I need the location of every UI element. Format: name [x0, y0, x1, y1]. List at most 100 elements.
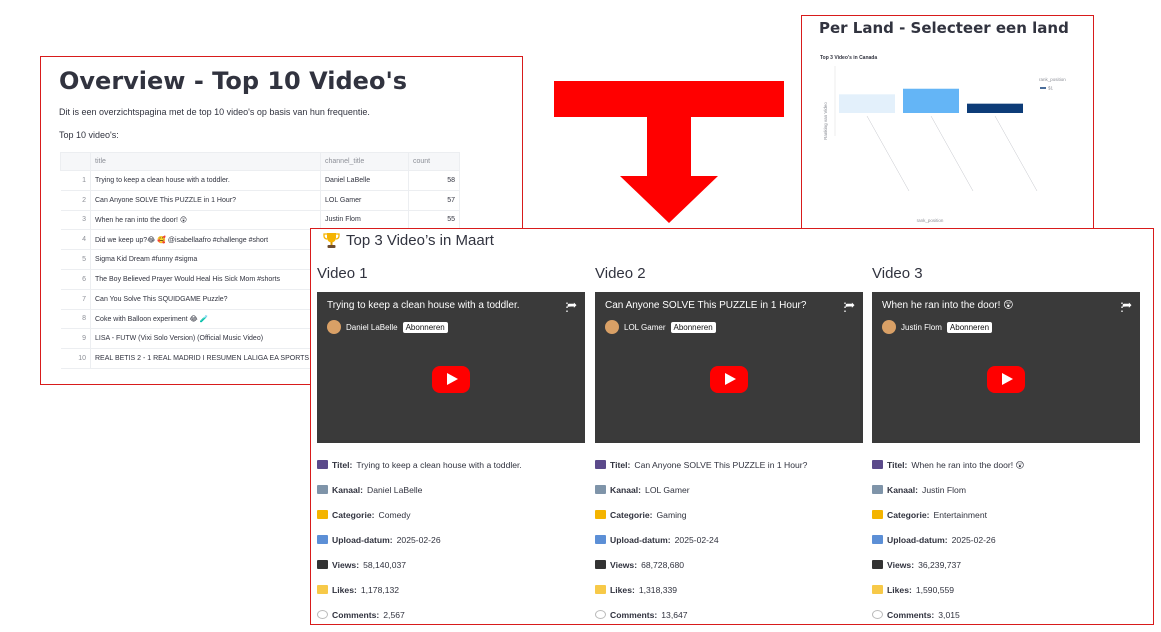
row-index: 7 [60, 289, 91, 310]
clapper-icon [872, 460, 883, 469]
embed-channel[interactable]: Daniel LaBelle Abonneren [327, 320, 448, 334]
meta-label: Titel: [332, 460, 353, 470]
meta-channel-value: Daniel LaBelle [367, 485, 423, 495]
canada-bar-chart: Top 3 Video's in Canada Ranking van Video… [820, 55, 1093, 233]
row-title: The Boy Believed Prayer Would Heal His S… [90, 269, 321, 290]
meta-title-value: Trying to keep a clean house with a todd… [356, 460, 522, 470]
meta-upload-row: Upload-datum: 2025-02-26 [872, 535, 1140, 560]
table-row[interactable]: 1 Trying to keep a clean house with a tod… [60, 170, 460, 191]
per-land-title: Per Land - Selecteer een land [819, 19, 1069, 37]
youtube-embed[interactable]: Trying to keep a clean house with a todd… [317, 292, 585, 443]
embed-title[interactable]: When he ran into the door! 😲 [882, 300, 1014, 311]
calendar-icon [872, 535, 883, 544]
meta-title-row: Titel: Trying to keep a clean house with … [317, 460, 585, 485]
folder-icon [595, 510, 606, 519]
chart-x-label: rank_position [917, 218, 944, 223]
meta-label: Views: [610, 560, 638, 570]
meta-label: Kanaal: [610, 485, 642, 495]
meta-category-row: Categorie: Gaming [595, 510, 863, 535]
meta-likes-row: Likes: 1,178,132 [317, 585, 585, 610]
row-title: LISA - FUTW (Vixi Solo Version) (Officia… [90, 328, 321, 350]
meta-views-value: 36,239,737 [918, 560, 962, 570]
meta-label: Categorie: [887, 510, 930, 520]
youtube-embed[interactable]: Can Anyone SOLVE This PUZZLE in 1 Hour? … [595, 292, 863, 443]
table-row[interactable]: 3 When he ran into the door! 😲 Justin Flom… [60, 210, 460, 231]
row-title: Sigma Kid Dream #funny #sigma [90, 249, 321, 270]
meta-likes-value: 1,590,559 [915, 585, 955, 595]
thumbs-up-icon [872, 585, 883, 594]
more-options-icon[interactable]: ⋮ [561, 301, 573, 313]
meta-views-row: Views: 36,239,737 [872, 560, 1140, 585]
row-index: 5 [60, 249, 91, 270]
more-options-icon[interactable]: ⋮ [1116, 301, 1128, 313]
video-meta: Titel: When he ran into the door! 😲 Kanaa… [872, 460, 1140, 624]
play-button-icon[interactable] [987, 366, 1025, 393]
row-channel: Daniel LaBelle [320, 170, 409, 191]
row-index: 6 [60, 269, 91, 290]
more-options-icon[interactable]: ⋮ [839, 301, 851, 313]
meta-label: Categorie: [610, 510, 653, 520]
meta-label: Upload-datum: [887, 535, 948, 545]
flow-arrow-icon [554, 81, 784, 223]
meta-label: Titel: [887, 460, 908, 470]
meta-views-row: Views: 58,140,037 [317, 560, 585, 585]
tv-icon [872, 485, 883, 494]
video-heading: Video 2 [595, 265, 646, 282]
meta-label: Views: [887, 560, 915, 570]
speech-bubble-icon [595, 610, 606, 619]
channel-avatar[interactable] [882, 320, 896, 334]
overview-title: Overview - Top 10 Video's [59, 67, 408, 95]
meta-upload-value: 2025-02-24 [674, 535, 719, 545]
embed-channel[interactable]: Justin Flom Abonneren [882, 320, 993, 334]
meta-comments-row: Comments: 13,647 [595, 610, 863, 624]
meta-likes-row: Likes: 1,590,559 [872, 585, 1140, 610]
meta-label: Categorie: [332, 510, 375, 520]
meta-views-row: Views: 68,728,680 [595, 560, 863, 585]
video-heading: Video 1 [317, 265, 368, 282]
embed-channel[interactable]: LOL Gamer Abonneren [605, 320, 716, 334]
embed-channel-name[interactable]: LOL Gamer [624, 323, 666, 332]
bar-3 [967, 103, 1023, 113]
embed-title[interactable]: Trying to keep a clean house with a todd… [327, 300, 520, 311]
meta-likes-value: 1,178,132 [360, 585, 400, 595]
bar-1 [839, 94, 895, 113]
play-button-icon[interactable] [710, 366, 748, 393]
eyes-icon [317, 560, 328, 569]
column-header-count[interactable]: count [408, 152, 460, 171]
meta-label: Titel: [610, 460, 631, 470]
subscribe-button[interactable]: Abonneren [946, 321, 993, 333]
subscribe-button[interactable]: Abonneren [670, 321, 716, 333]
video-column-1: Video 1 Trying to keep a clean house wit… [317, 265, 585, 624]
eyes-icon [872, 560, 883, 569]
play-button-icon[interactable] [432, 366, 470, 393]
channel-avatar[interactable] [327, 320, 341, 334]
channel-avatar[interactable] [605, 320, 619, 334]
tick-label-2 [930, 115, 974, 192]
row-count: 58 [408, 170, 460, 191]
row-title: Can Anyone SOLVE This PUZZLE in 1 Hour? [90, 190, 321, 211]
meta-upload-value: 2025-02-26 [396, 535, 441, 545]
speech-bubble-icon [872, 610, 883, 619]
row-index: 9 [60, 328, 91, 350]
column-header-title[interactable]: title [90, 152, 321, 171]
youtube-embed[interactable]: When he ran into the door! 😲 ➦ ⋮ Justin … [872, 292, 1140, 443]
embed-title[interactable]: Can Anyone SOLVE This PUZZLE in 1 Hour? [605, 300, 806, 311]
subscribe-button[interactable]: Abonneren [402, 321, 448, 333]
meta-label: Kanaal: [887, 485, 919, 495]
column-header-channel[interactable]: channel_title [320, 152, 409, 171]
row-count: 57 [408, 190, 460, 211]
bar-2 [903, 88, 959, 113]
meta-label: Views: [332, 560, 360, 570]
video-heading: Video 3 [872, 265, 923, 282]
embed-channel-name[interactable]: Justin Flom [901, 323, 942, 332]
embed-channel-name[interactable]: Daniel LaBelle [346, 323, 398, 332]
meta-label: Comments: [610, 610, 658, 620]
table-row[interactable]: 2 Can Anyone SOLVE This PUZZLE in 1 Hour?… [60, 190, 460, 211]
row-title: When he ran into the door! 😲 [90, 210, 321, 231]
meta-title-row: Titel: When he ran into the door! 😲 [872, 460, 1140, 485]
folder-icon [317, 510, 328, 519]
calendar-icon [317, 535, 328, 544]
meta-channel-value: Justin Flom [922, 485, 966, 495]
speech-bubble-icon [317, 610, 328, 619]
legend-item: $1 [1048, 86, 1054, 91]
